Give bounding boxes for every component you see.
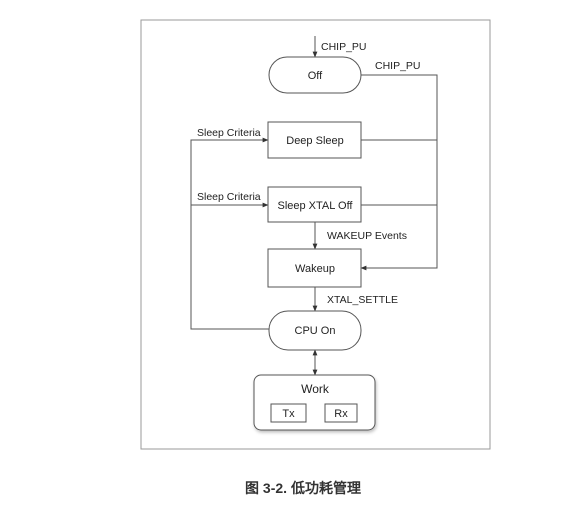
label-chip-pu-entry: CHIP_PU [321, 41, 367, 53]
label-xtal-settle: XTAL_SETTLE [327, 294, 398, 306]
node-off-label: Off [308, 70, 323, 82]
node-work-label: Work [301, 382, 330, 396]
label-sleep-criteria-xtal: Sleep Criteria [197, 191, 261, 203]
node-tx-label: Tx [282, 408, 295, 420]
node-wakeup-label: Wakeup [295, 263, 335, 275]
node-cpu-on-label: CPU On [295, 325, 336, 337]
low-power-management-diagram: CHIP_PU CHIP_PU Sleep Criteria Sleep Cri… [140, 19, 491, 496]
node-rx-label: Rx [334, 408, 348, 420]
figure-caption: 图 3-2. 低功耗管理 [245, 480, 361, 496]
node-deep-sleep-label: Deep Sleep [286, 135, 344, 147]
node-sleep-xtal-off-label: Sleep XTAL Off [277, 200, 353, 212]
label-chip-pu-loop: CHIP_PU [375, 60, 421, 72]
label-wakeup-events: WAKEUP Events [327, 230, 407, 242]
label-sleep-criteria-deep: Sleep Criteria [197, 127, 261, 139]
